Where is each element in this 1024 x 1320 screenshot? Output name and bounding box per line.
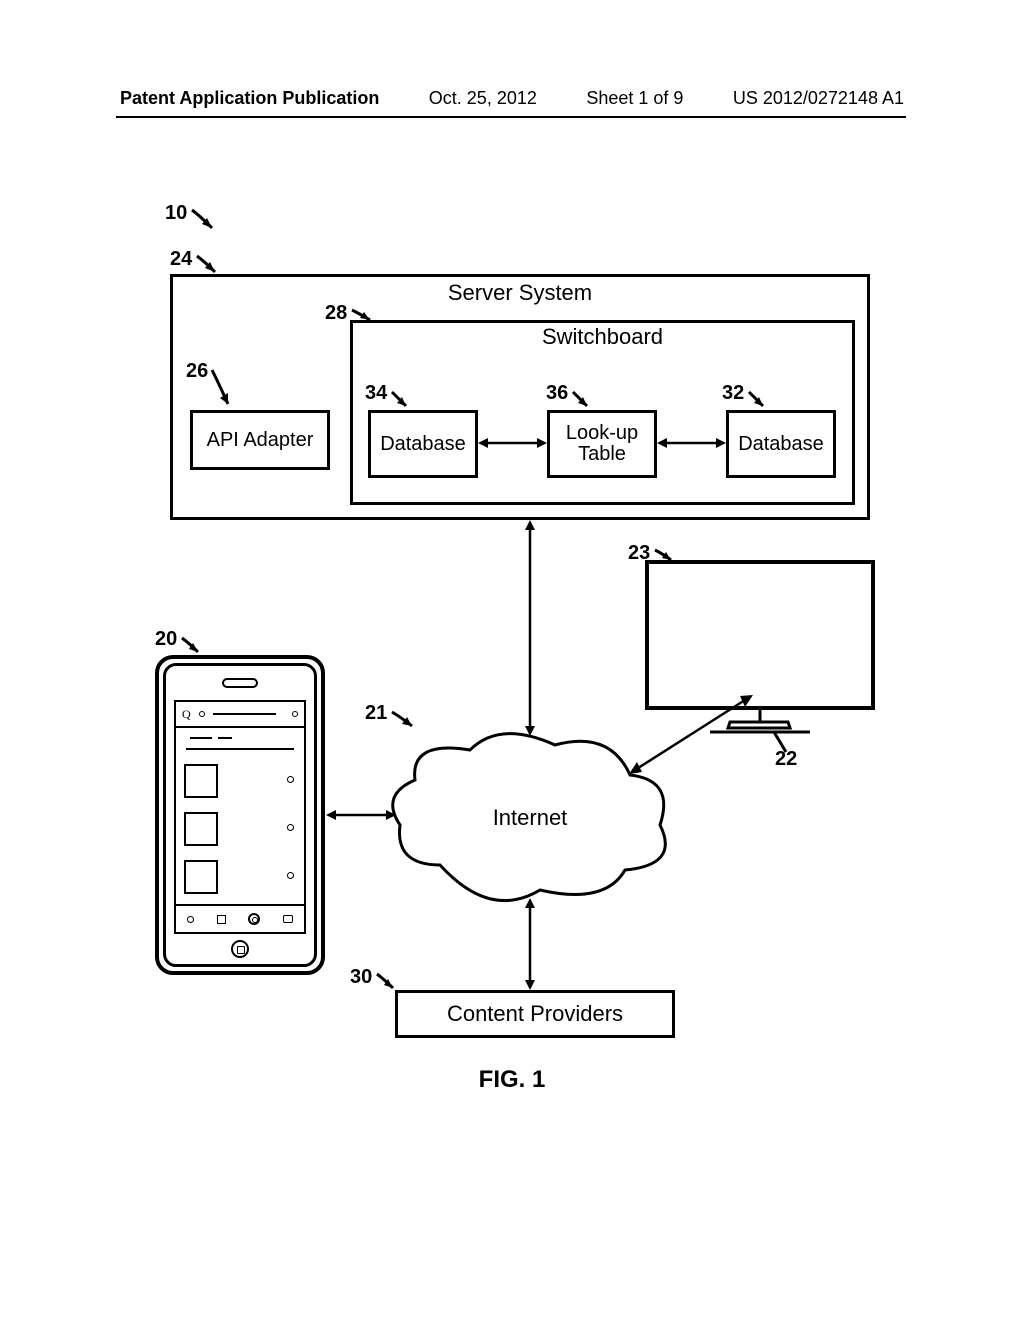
- header-rule: [116, 116, 906, 118]
- arrow-server-internet: [523, 520, 537, 736]
- leader-10: [190, 208, 220, 238]
- internet-label: Internet: [380, 805, 680, 831]
- phone-tab-row: [186, 732, 294, 750]
- ref-21: 21: [365, 702, 387, 725]
- phone-status-dot: [292, 711, 298, 717]
- server-system-label: Server System: [150, 280, 890, 306]
- phone-signal-icon: Q: [182, 707, 191, 722]
- lookup-table-box: Look-up Table: [547, 410, 657, 478]
- header-pub-number: US 2012/0272148 A1: [733, 88, 904, 109]
- arrow-internet-display: [625, 690, 755, 780]
- list-item: [176, 806, 304, 854]
- api-adapter-box: API Adapter: [190, 410, 330, 470]
- ref-10: 10: [165, 202, 187, 225]
- content-providers-label: Content Providers: [447, 1001, 623, 1027]
- ref-24: 24: [170, 248, 192, 271]
- leader-34: [390, 390, 412, 412]
- leader-26: [210, 368, 240, 408]
- header-date: Oct. 25, 2012: [429, 88, 537, 109]
- database-34-label: Database: [380, 433, 466, 456]
- lookup-table-label: Look-up Table: [566, 423, 638, 465]
- ref-34: 34: [365, 382, 387, 405]
- phone-bottom-bar: [176, 904, 304, 932]
- phone-status-line: [213, 713, 276, 715]
- leader-22: [772, 730, 792, 754]
- phone-speaker: [222, 678, 258, 688]
- content-providers-box: Content Providers: [395, 990, 675, 1038]
- phone-screen: Q: [174, 700, 306, 934]
- database-32-box: Database: [726, 410, 836, 478]
- arrow-internet-content: [523, 898, 537, 990]
- nav-icon: [217, 915, 226, 924]
- switchboard-label: Switchboard: [350, 324, 855, 350]
- phone-home-button: [231, 940, 249, 958]
- phone-bezel: Q: [163, 663, 317, 967]
- database-34-box: Database: [368, 410, 478, 478]
- header-publication-type: Patent Application Publication: [120, 88, 379, 109]
- list-item: [176, 854, 304, 902]
- phone-status-dot: [199, 711, 205, 717]
- ref-30: 30: [350, 966, 372, 989]
- phone-list: [176, 758, 304, 902]
- arrow-db34-lookup: [478, 436, 547, 450]
- list-item: [176, 758, 304, 806]
- nav-icon: [187, 916, 194, 923]
- leader-32: [747, 390, 769, 412]
- nav-icon: [283, 915, 293, 923]
- arrow-lookup-db32: [657, 436, 726, 450]
- database-32-label: Database: [738, 433, 824, 456]
- ref-20: 20: [155, 628, 177, 651]
- ref-36: 36: [546, 382, 568, 405]
- ref-26: 26: [186, 360, 208, 383]
- mobile-device: Q: [155, 655, 325, 975]
- ref-32: 32: [722, 382, 744, 405]
- api-adapter-label: API Adapter: [207, 429, 314, 452]
- phone-status-bar: Q: [176, 702, 304, 728]
- arrow-phone-internet: [326, 808, 396, 822]
- nav-icon: [248, 913, 260, 925]
- display-monitor: [645, 560, 875, 710]
- figure-label: FIG. 1: [0, 1066, 1024, 1094]
- header-sheet: Sheet 1 of 9: [586, 88, 683, 109]
- ref-28: 28: [325, 302, 347, 325]
- figure-diagram: 10 24 Server System 26 API Adapter 28 Sw…: [150, 190, 880, 1070]
- leader-36: [571, 390, 593, 412]
